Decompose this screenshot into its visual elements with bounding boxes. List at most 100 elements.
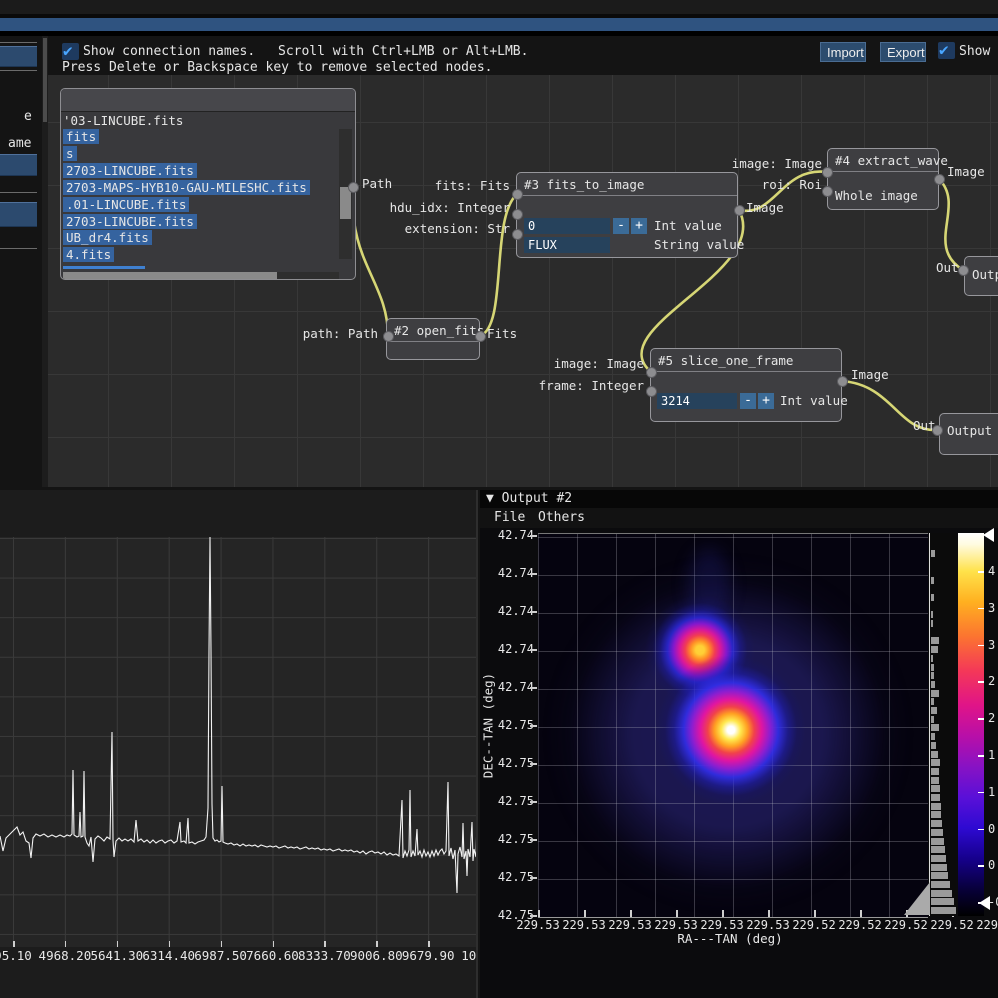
ra-axis-label: RA---TAN (deg) — [660, 931, 800, 946]
sky-image[interactable] — [538, 533, 928, 918]
x-tick-label: 229.52 — [792, 918, 835, 932]
show-connection-names-checkbox[interactable] — [62, 43, 79, 60]
frame-decrement-button[interactable]: - — [740, 393, 756, 409]
window-titlebar[interactable] — [0, 18, 998, 32]
y-tick-label: 42.75 — [498, 718, 534, 732]
x-tick-label: 5641.30 — [90, 948, 143, 963]
connection-socket[interactable] — [837, 376, 848, 387]
output-1-in-label: Out — [936, 260, 959, 275]
histogram-bar — [931, 594, 934, 601]
histogram-bar — [931, 794, 940, 801]
node-output-2-title[interactable]: Output # — [940, 414, 998, 441]
connection-socket[interactable] — [934, 174, 945, 185]
x-tick-label: 6314.40 — [142, 948, 195, 963]
file-list-item[interactable]: 2703-LINCUBE.fits — [63, 163, 197, 178]
colorbar-tick-mark — [978, 571, 984, 573]
colorbar-tick-label: 3. — [988, 601, 998, 615]
output-2-titlebar[interactable]: ▼ Output #2 — [480, 490, 998, 508]
histogram-bar — [931, 716, 934, 723]
colorbar[interactable] — [958, 533, 984, 916]
sidebar-separator — [0, 192, 37, 193]
y-tick-mark — [530, 649, 537, 651]
file-list-item[interactable]: UB_dr4.fits — [63, 230, 152, 245]
node-output-1[interactable]: Outp — [964, 256, 998, 296]
x-tick-label: 8333.70 — [298, 948, 351, 963]
connection-socket[interactable] — [646, 367, 657, 378]
y-tick-mark — [530, 725, 537, 727]
x-tick-label: 229.52 — [838, 918, 881, 932]
colorbar-tick-mark — [978, 608, 984, 610]
string-value-label: String value — [654, 238, 744, 252]
node-fits-to-image[interactable]: #3 fits_to_image 0 - + Int value FLUX St… — [516, 172, 738, 258]
menu-file[interactable]: File — [494, 510, 525, 525]
x-tick-label: 229.53 — [516, 918, 559, 932]
x-tick-label: 9679.90 — [402, 948, 455, 963]
node-slice-one-frame-title[interactable]: #5 slice_one_frame — [651, 349, 841, 372]
file-list-item[interactable]: s — [63, 146, 77, 161]
connection-socket[interactable] — [348, 182, 359, 193]
connection-socket[interactable] — [475, 331, 486, 342]
histogram-bar — [931, 777, 939, 784]
file-list-item[interactable]: .01-LINCUBE.fits — [63, 197, 189, 212]
file-list-item[interactable]: 2703-LINCUBE.fits — [63, 214, 197, 229]
node-fits-to-image-title[interactable]: #3 fits_to_image — [517, 173, 737, 196]
hdu-idx-input[interactable]: 0 — [524, 218, 610, 234]
connection-socket[interactable] — [512, 189, 523, 200]
file-list-item[interactable]: 4.fits — [63, 247, 114, 262]
connection-socket[interactable] — [958, 265, 969, 276]
x-tick-label: 9006.80 — [350, 948, 403, 963]
y-tick-label: 42.75 — [498, 756, 534, 770]
node-slice-one-frame[interactable]: #5 slice_one_frame 3214 - + Int value — [650, 348, 842, 422]
connection-socket[interactable] — [646, 386, 657, 397]
colorbar-tick-label: 2. — [988, 711, 998, 725]
int-value-label: Int value — [654, 219, 722, 233]
node-extract-wave-title[interactable]: #4 extract_wave — [828, 149, 938, 172]
sidebar-splitter-thumb[interactable] — [43, 38, 47, 122]
hdu-idx-decrement-button[interactable]: - — [613, 218, 629, 234]
x-tick-mark — [65, 941, 67, 947]
menu-others[interactable]: Others — [538, 510, 585, 525]
fits-to-image-output-label: Image — [746, 200, 784, 215]
frame-increment-button[interactable]: + — [758, 393, 774, 409]
open-fits-input-label: path: Path — [303, 326, 378, 341]
connection-socket[interactable] — [734, 205, 745, 216]
y-tick-mark — [530, 573, 537, 575]
colorbar-tick-label: 1. — [988, 785, 998, 799]
extension-input[interactable]: FLUX — [524, 237, 610, 253]
spectrum-panel[interactable]: 95.104968.205641.306314.406987.507660.60… — [0, 490, 478, 998]
connection-socket[interactable] — [512, 209, 523, 220]
connection-socket[interactable] — [932, 425, 943, 436]
x-tick-mark — [169, 941, 171, 947]
sidebar-button-3[interactable] — [0, 202, 37, 227]
export-button[interactable]: Export — [880, 42, 926, 62]
x-tick-label: 4968.20 — [39, 948, 92, 963]
sidebar-button-1[interactable] — [0, 46, 37, 67]
collapse-triangle-icon[interactable]: ▼ — [486, 491, 494, 506]
file-list-node-titlebar[interactable] — [61, 89, 355, 112]
import-button[interactable]: Import — [820, 42, 866, 62]
connection-socket[interactable] — [383, 331, 394, 342]
file-list-node[interactable]: '03-LINCUBE.fits fits s 2703-LINCUBE.fits 2… — [60, 88, 356, 280]
output-2-window[interactable]: ▼ Output #2 File Others DEC--TAN (deg) 4… — [480, 490, 998, 998]
node-output-2[interactable]: Output # — [939, 413, 998, 455]
dec-axis-label: DEC--TAN (deg) — [481, 662, 496, 790]
file-list-hscrollbar-thumb[interactable] — [63, 272, 277, 279]
hdu-idx-increment-button[interactable]: + — [631, 218, 647, 234]
extension-input-label: extension: Str — [405, 221, 510, 236]
file-list-item[interactable]: fits — [63, 129, 99, 144]
node-extract-wave[interactable]: #4 extract_wave Whole image — [827, 148, 939, 210]
frame-input[interactable]: 3214 — [657, 393, 737, 409]
node-open-fits[interactable]: #2 open_fits — [386, 318, 480, 360]
y-tick-mark — [530, 763, 537, 765]
show-grid-checkbox[interactable] — [938, 42, 955, 59]
file-current-item[interactable]: '03-LINCUBE.fits — [63, 113, 183, 128]
file-list-item[interactable]: 2703-MAPS-HYB10-GAU-MILESHC.fits — [63, 180, 310, 195]
open-fits-output-label: Fits — [487, 326, 517, 341]
connection-socket[interactable] — [822, 167, 833, 178]
connection-socket[interactable] — [822, 186, 833, 197]
node-open-fits-title[interactable]: #2 open_fits — [387, 319, 479, 342]
connection-socket[interactable] — [512, 229, 523, 240]
node-output-1-title[interactable]: Outp — [965, 257, 998, 285]
sidebar-button-2[interactable] — [0, 154, 37, 176]
histogram-bar — [931, 864, 947, 871]
